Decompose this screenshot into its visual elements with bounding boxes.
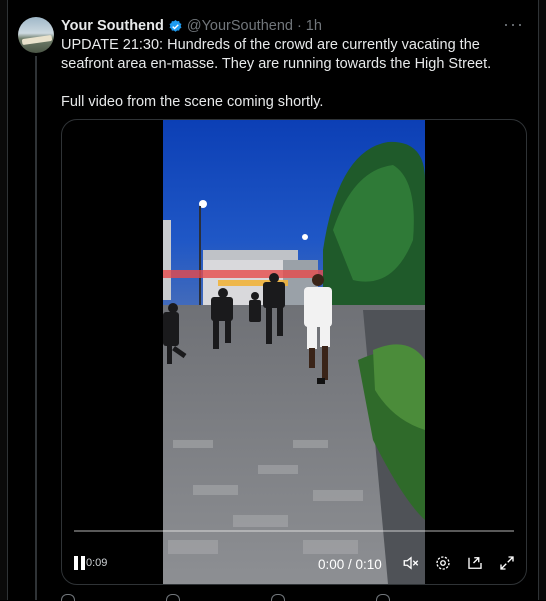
verified-badge-icon[interactable] xyxy=(168,19,183,34)
tweet-timestamp[interactable]: 1h xyxy=(306,18,322,34)
tweet-action-bar xyxy=(61,592,521,601)
author-name[interactable]: Your Southend xyxy=(61,18,164,34)
tweet-text-line2: Full video from the scene coming shortly… xyxy=(61,94,324,110)
window-right-edge xyxy=(538,0,546,600)
settings-icon[interactable] xyxy=(434,554,452,572)
mute-icon[interactable] xyxy=(402,554,420,572)
tweet-header: Your Southend @YourSouthend · 1h xyxy=(61,16,322,36)
more-horizontal-icon[interactable]: ··· xyxy=(503,14,524,35)
video-time-display: 0:00 / 0:10 xyxy=(318,557,382,572)
header-separator: · xyxy=(296,18,302,34)
avatar-image-shore xyxy=(21,34,53,46)
video-frame[interactable] xyxy=(163,120,425,584)
fullscreen-icon[interactable] xyxy=(498,554,516,572)
tweet-text-line1: UPDATE 21:30: Hundreds of the crowd are … xyxy=(61,37,492,72)
avatar[interactable] xyxy=(18,17,54,53)
video-player[interactable]: 0:09 0:00 / 0:10 xyxy=(61,119,527,585)
video-duration-badge: 0:09 xyxy=(86,557,108,569)
author-handle[interactable]: @YourSouthend xyxy=(187,18,293,34)
tweet-card[interactable]: Your Southend @YourSouthend · 1h ··· UPD… xyxy=(8,0,538,601)
video-scene-image xyxy=(163,120,425,584)
pip-icon[interactable] xyxy=(466,554,484,572)
window-left-edge xyxy=(0,0,8,600)
thread-line xyxy=(35,56,37,600)
video-controls: 0:09 0:00 / 0:10 xyxy=(62,524,526,584)
tweet-text: UPDATE 21:30: Hundreds of the crowd are … xyxy=(61,36,521,112)
video-progress-bar[interactable] xyxy=(74,530,514,532)
